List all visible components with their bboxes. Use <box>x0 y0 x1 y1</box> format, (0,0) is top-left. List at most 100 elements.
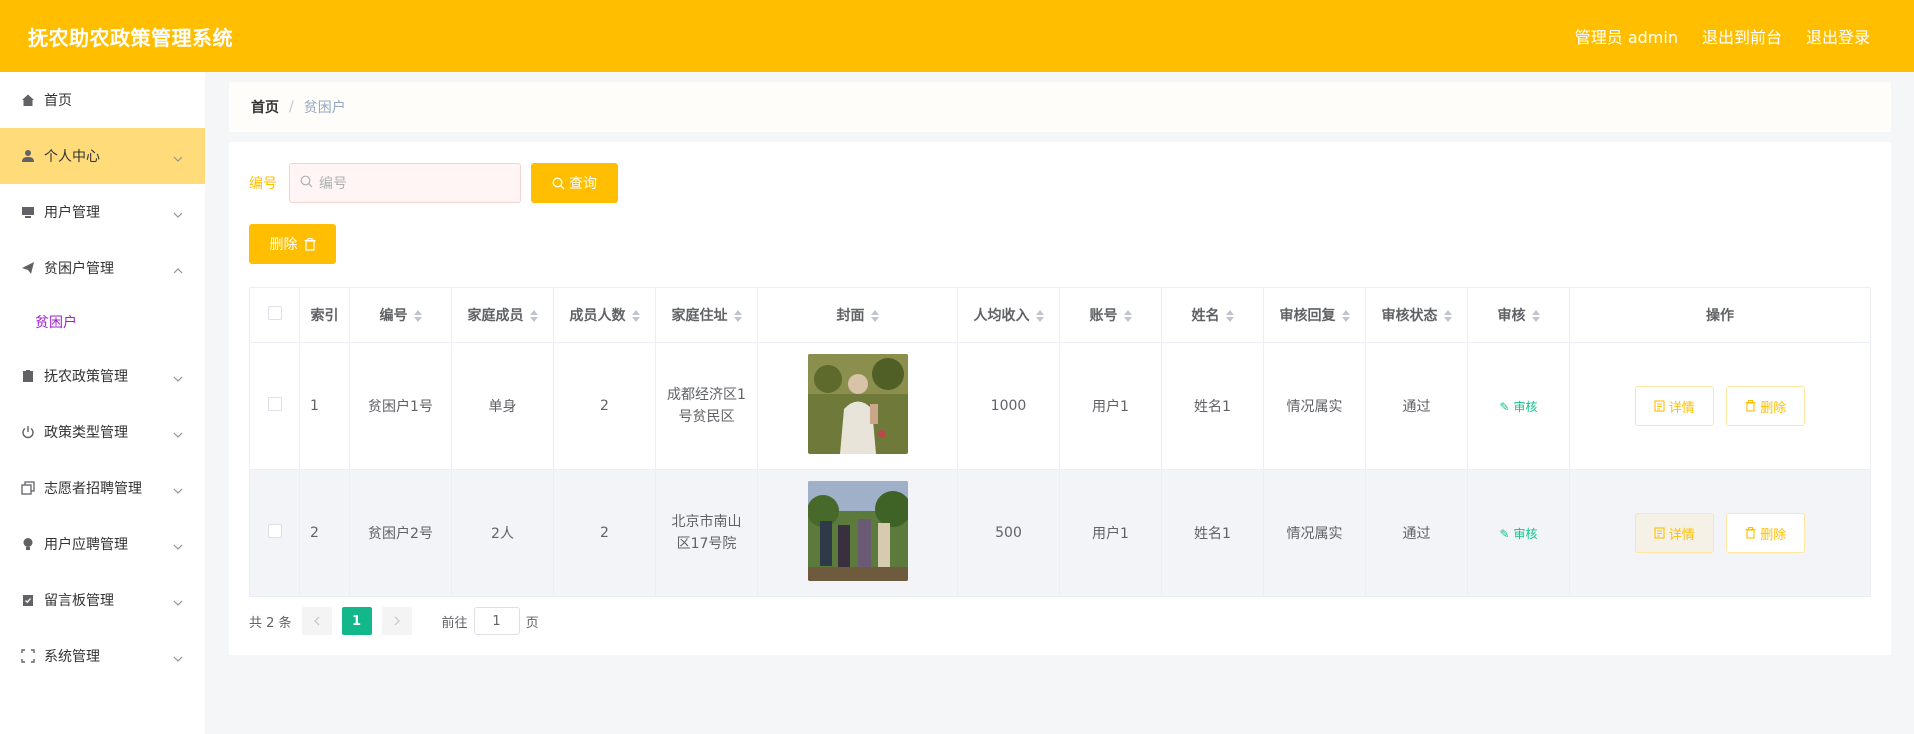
delete-label: 删除 <box>1760 400 1787 416</box>
row-delete-button[interactable]: 删除 <box>1726 513 1806 553</box>
chevron-down-icon <box>173 426 183 442</box>
audit-label: 审核 <box>1513 399 1538 414</box>
sort-icon[interactable] <box>1341 310 1350 322</box>
query-button[interactable]: 查询 <box>531 163 618 203</box>
page-suffix: 页 <box>525 615 539 631</box>
search-input[interactable]: 编号 <box>289 163 521 203</box>
breadcrumb-current: 贫困户 <box>303 100 346 116</box>
sidebar-item-user-application[interactable]: 用户应聘管理 <box>0 516 205 572</box>
chevron-right-icon <box>394 616 400 626</box>
chevron-down-icon <box>173 150 183 166</box>
header-label: 家庭成员 <box>467 308 524 324</box>
cover-image <box>807 354 908 454</box>
header-code[interactable]: 编号 <box>349 287 452 343</box>
sidebar-item-personal-center[interactable]: 个人中心 <box>0 128 205 184</box>
header-status[interactable]: 审核状态 <box>1365 287 1468 343</box>
sort-icon[interactable] <box>631 310 640 322</box>
fullscreen-icon <box>20 648 36 664</box>
sort-icon[interactable] <box>1443 310 1452 322</box>
header-label: 封面 <box>836 308 865 324</box>
audit-link[interactable]: ✎ 审核 <box>1500 400 1538 414</box>
sidebar-item-poor-household-management[interactable]: 贫困户管理 <box>0 240 205 296</box>
header-audit[interactable]: 审核 <box>1467 287 1570 343</box>
sort-icon[interactable] <box>1035 310 1044 322</box>
sidebar-item-home[interactable]: 首页 <box>0 72 205 128</box>
sidebar-item-volunteer-recruitment[interactable]: 志愿者招聘管理 <box>0 460 205 516</box>
sort-icon[interactable] <box>1123 310 1132 322</box>
header-account[interactable]: 账号 <box>1059 287 1162 343</box>
header-income[interactable]: 人均收入 <box>957 287 1060 343</box>
next-page-button[interactable] <box>381 607 412 635</box>
search-row: 编号 编号 查询 <box>249 163 618 203</box>
search-placeholder: 编号 <box>319 176 347 192</box>
sidebar-item-system-management[interactable]: 系统管理 <box>0 628 205 684</box>
header-address[interactable]: 家庭住址 <box>655 287 758 343</box>
breadcrumb: 首页 / 贫困户 <box>229 82 1891 132</box>
prev-page-button[interactable] <box>301 607 332 635</box>
trash-icon <box>1745 527 1756 539</box>
goto-page-input[interactable]: 1 <box>473 607 520 635</box>
user-icon <box>20 148 36 164</box>
header-label: 账号 <box>1089 308 1118 324</box>
sidebar-subitem-poor-household[interactable]: 贫困户 <box>0 296 205 348</box>
header-index: 索引 <box>299 287 350 343</box>
sort-icon[interactable] <box>413 310 422 322</box>
select-all-checkbox[interactable] <box>267 306 282 320</box>
admin-label[interactable]: 管理员 admin <box>1575 24 1678 48</box>
exit-to-front-link[interactable]: 退出到前台 <box>1702 24 1782 48</box>
header-cover[interactable]: 封面 <box>757 287 958 343</box>
header-name[interactable]: 姓名 <box>1161 287 1264 343</box>
edit-icon: ✎ <box>1499 526 1510 541</box>
logout-link[interactable]: 退出登录 <box>1806 24 1870 48</box>
header-reply[interactable]: 审核回复 <box>1263 287 1366 343</box>
sidebar-item-label: 个人中心 <box>44 149 100 165</box>
cell-name: 姓名1 <box>1161 469 1264 597</box>
header-count[interactable]: 成员人数 <box>553 287 656 343</box>
sidebar-item-policy-type-management[interactable]: 政策类型管理 <box>0 404 205 460</box>
cell-name: 姓名1 <box>1161 342 1264 470</box>
trash-icon <box>304 237 316 251</box>
cover-image <box>807 481 908 581</box>
sidebar-item-policy-management[interactable]: 抚农政策管理 <box>0 348 205 404</box>
search-label: 编号 <box>249 176 277 192</box>
sidebar: 首页 个人中心 用户管理 贫困户管理 贫困户 抚农政策管理 政策类型管理 志愿者… <box>0 72 205 734</box>
bulb-icon <box>20 536 36 552</box>
header-label: 人均收入 <box>973 308 1030 324</box>
cell-actions: 详情 删除 <box>1569 342 1871 470</box>
detail-button[interactable]: 详情 <box>1634 386 1714 426</box>
audit-link[interactable]: ✎ 审核 <box>1500 527 1538 541</box>
sidebar-item-user-management[interactable]: 用户管理 <box>0 184 205 240</box>
cell-code: 贫困户1号 <box>349 342 452 470</box>
chevron-up-icon <box>173 262 183 278</box>
cell-income: 500 <box>957 469 1060 597</box>
header-actions: 操作 <box>1569 287 1871 343</box>
cell-account: 用户1 <box>1059 342 1162 470</box>
pagination: 共 2 条 1 前往 1 页 <box>249 607 539 635</box>
sidebar-item-label: 政策类型管理 <box>44 425 128 441</box>
cell-reply: 情况属实 <box>1263 342 1366 470</box>
sort-icon[interactable] <box>733 310 742 322</box>
cell-account: 用户1 <box>1059 469 1162 597</box>
header-label: 家庭住址 <box>671 308 728 324</box>
row-checkbox[interactable] <box>267 524 282 538</box>
sort-icon[interactable] <box>1531 310 1540 322</box>
chevron-down-icon <box>173 482 183 498</box>
batch-delete-button[interactable]: 删除 <box>249 224 336 264</box>
header-members[interactable]: 家庭成员 <box>451 287 554 343</box>
desktop-icon <box>20 204 36 220</box>
sort-icon[interactable] <box>529 310 538 322</box>
cell-audit: ✎ 审核 <box>1467 469 1570 597</box>
sidebar-item-label: 抚农政策管理 <box>44 369 128 385</box>
row-checkbox[interactable] <box>267 397 282 411</box>
query-button-label: 查询 <box>569 176 597 192</box>
breadcrumb-home[interactable]: 首页 <box>251 97 279 117</box>
sidebar-item-label: 志愿者招聘管理 <box>44 481 142 497</box>
detail-button[interactable]: 详情 <box>1634 513 1714 553</box>
page-number-current[interactable]: 1 <box>341 607 372 635</box>
cell-cover <box>757 469 958 597</box>
row-delete-button[interactable]: 删除 <box>1726 386 1806 426</box>
sort-icon[interactable] <box>1225 310 1234 322</box>
cell-address: 成都经济区1号贫民区 <box>655 342 758 470</box>
sort-icon[interactable] <box>870 310 879 322</box>
sidebar-item-message-board[interactable]: 留言板管理 <box>0 572 205 628</box>
